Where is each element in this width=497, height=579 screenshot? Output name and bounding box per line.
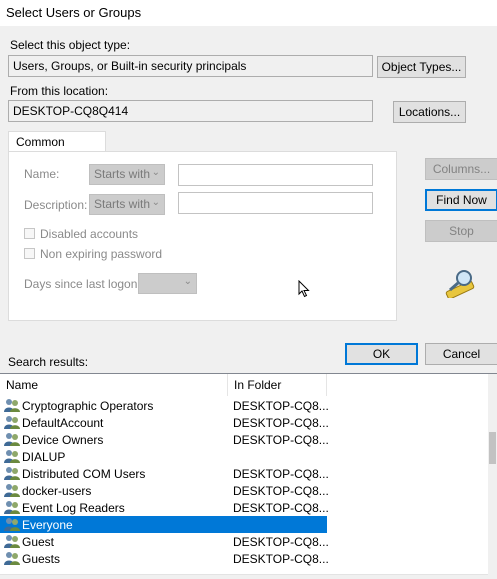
locations-button[interactable]: Locations... — [393, 101, 466, 123]
user-group-icon — [4, 484, 20, 497]
row-name: Guests — [22, 552, 61, 566]
chevron-down-icon: ⌄ — [151, 167, 160, 178]
chevron-down-icon: ⌄ — [183, 276, 192, 287]
row-folder: DESKTOP-CQ8... — [233, 552, 329, 566]
search-results-label: Search results: — [8, 355, 89, 369]
cancel-button[interactable]: Cancel — [425, 343, 497, 365]
row-name: DefaultAccount — [22, 416, 104, 430]
user-group-icon — [4, 501, 20, 514]
user-group-icon — [4, 433, 20, 446]
row-folder: DESKTOP-CQ8... — [233, 467, 329, 481]
name-mode-value: Starts with — [94, 167, 151, 181]
table-row[interactable]: DIALUP — [0, 448, 327, 465]
row-folder: DESKTOP-CQ8... — [233, 535, 329, 549]
find-now-button[interactable]: Find Now — [425, 189, 497, 211]
row-name: Distributed COM Users — [22, 467, 146, 481]
mouse-cursor-icon — [298, 280, 310, 298]
row-name: Cryptographic Operators — [22, 399, 154, 413]
table-row[interactable]: Device Owners DESKTOP-CQ8... — [0, 431, 329, 448]
description-label: Description: — [24, 198, 88, 212]
description-mode-select[interactable]: Starts with ⌄ — [89, 194, 165, 215]
chevron-down-icon: ⌄ — [151, 197, 160, 208]
search-icon — [445, 270, 475, 298]
non-expiring-password-label: Non expiring password — [40, 247, 163, 261]
user-group-icon — [4, 416, 20, 429]
table-row[interactable]: Distributed COM Users DESKTOP-CQ8... — [0, 465, 329, 482]
search-results-list[interactable]: Name In Folder Cryptographic Operators DE… — [0, 373, 497, 578]
row-folder: DESKTOP-CQ8... — [233, 399, 329, 413]
table-row[interactable]: Guests DESKTOP-CQ8... — [0, 550, 329, 567]
table-row[interactable]: Everyone — [0, 516, 327, 533]
column-header-in-folder-label: In Folder — [234, 378, 282, 392]
user-group-icon — [4, 552, 20, 565]
location-label: From this location: — [10, 84, 109, 98]
days-since-logon-select[interactable]: ⌄ — [138, 273, 197, 294]
row-name: Event Log Readers — [22, 501, 125, 515]
window-title: Select Users or Groups — [6, 5, 142, 20]
row-folder: DESKTOP-CQ8... — [233, 501, 329, 515]
object-type-label: Select this object type: — [10, 38, 131, 52]
object-type-field: Users, Groups, or Built-in security prin… — [8, 55, 373, 77]
stop-button[interactable]: Stop — [425, 220, 497, 242]
user-group-icon — [4, 450, 20, 463]
user-group-icon — [4, 399, 20, 412]
row-name: DIALUP — [22, 450, 66, 464]
non-expiring-password-checkbox[interactable] — [24, 248, 35, 259]
table-row[interactable]: DefaultAccount DESKTOP-CQ8... — [0, 414, 329, 431]
table-row[interactable]: Cryptographic Operators DESKTOP-CQ8... — [0, 397, 329, 414]
table-row[interactable]: Guest DESKTOP-CQ8... — [0, 533, 329, 550]
tab-common-queries[interactable]: Common Queries — [8, 131, 106, 163]
name-label: Name: — [24, 167, 60, 181]
row-name: docker-users — [22, 484, 92, 498]
table-row[interactable]: docker-users DESKTOP-CQ8... — [0, 482, 329, 499]
days-since-logon-label: Days since last logon: — [24, 277, 141, 291]
description-mode-value: Starts with — [94, 197, 151, 211]
row-folder: DESKTOP-CQ8... — [233, 484, 329, 498]
scrollbar-thumb[interactable] — [489, 432, 496, 464]
user-group-icon — [4, 535, 20, 548]
location-field: DESKTOP-CQ8Q414 — [8, 100, 373, 122]
name-mode-select[interactable]: Starts with ⌄ — [89, 164, 165, 185]
object-types-button[interactable]: Object Types... — [377, 56, 466, 78]
column-header-in-folder[interactable]: In Folder — [228, 374, 327, 396]
disabled-accounts-label: Disabled accounts — [40, 227, 139, 241]
horizontal-scrollbar[interactable] — [0, 574, 488, 579]
table-row[interactable]: Event Log Readers DESKTOP-CQ8... — [0, 499, 329, 516]
ok-button[interactable]: OK — [345, 343, 418, 365]
row-folder: DESKTOP-CQ8... — [233, 416, 329, 430]
description-input[interactable] — [178, 192, 373, 214]
title-bar: Select Users or Groups — [0, 0, 497, 26]
user-group-icon — [4, 467, 20, 480]
columns-button[interactable]: Columns... — [425, 158, 497, 180]
name-input[interactable] — [178, 164, 373, 186]
row-name: Guest — [22, 535, 55, 549]
column-header-name[interactable]: Name — [0, 374, 228, 396]
disabled-accounts-checkbox[interactable] — [24, 228, 35, 239]
user-group-icon — [4, 518, 20, 531]
vertical-scrollbar[interactable] — [488, 374, 497, 578]
row-name: Everyone — [22, 518, 73, 532]
row-folder: DESKTOP-CQ8... — [233, 433, 329, 447]
row-name: Device Owners — [22, 433, 104, 447]
column-header-name-label: Name — [6, 378, 39, 392]
